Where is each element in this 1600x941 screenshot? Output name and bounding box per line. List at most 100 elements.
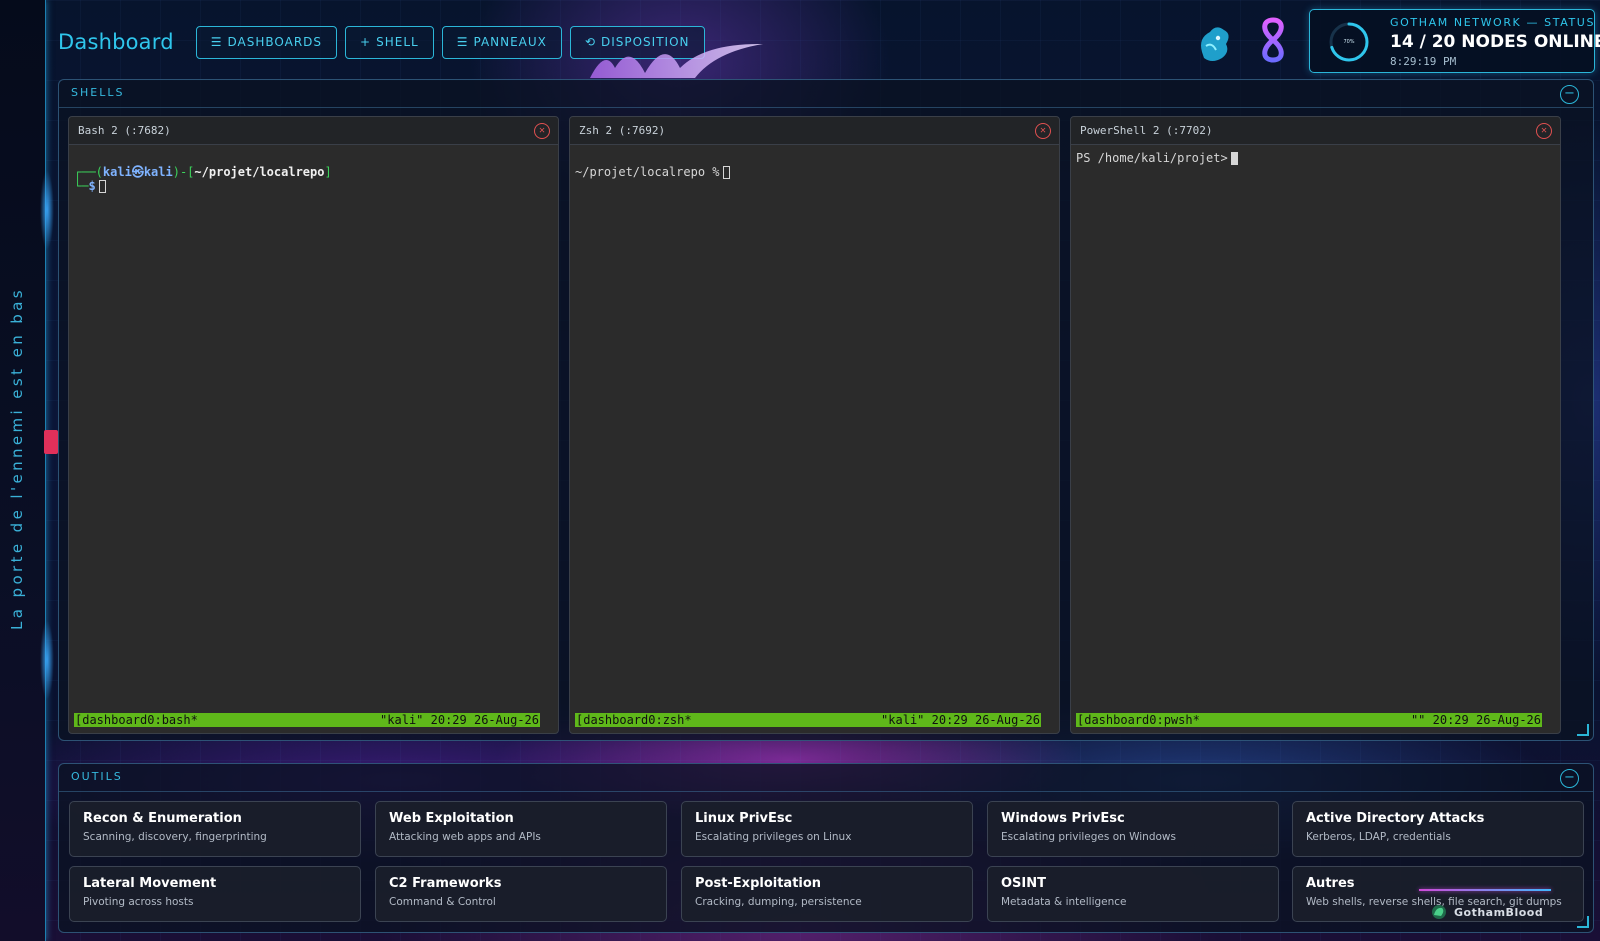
rail-motto: La porte de l'ennemi est en bas bbox=[8, 286, 26, 630]
rail-accent bbox=[44, 430, 58, 454]
tool-card-c2-frameworks[interactable]: C2 Frameworks Command & Control bbox=[375, 866, 667, 922]
panels-button[interactable]: ☰ PANNEAUX bbox=[441, 25, 562, 59]
tool-card-title: C2 Frameworks bbox=[389, 876, 502, 891]
resize-handle[interactable] bbox=[1577, 916, 1589, 928]
terminal-output[interactable]: PS /home/kali/projet> bbox=[1071, 146, 1560, 733]
layout-button-label: DISPOSITION bbox=[600, 35, 690, 49]
tool-card-linux-privesc[interactable]: Linux PrivEsc Escalating privileges on L… bbox=[681, 801, 973, 857]
collapse-shells-button[interactable]: − bbox=[1560, 85, 1579, 104]
tools-panel: OUTILS − Recon & Enumeration Scanning, d… bbox=[58, 763, 1594, 933]
tmux-status-bar: [dashboard0:bash* "kali" 20:29 26-Aug-26 bbox=[74, 713, 540, 727]
tool-card-title: Lateral Movement bbox=[83, 876, 217, 891]
brand-underline bbox=[1419, 889, 1551, 891]
tool-card-description: Command & Control bbox=[389, 896, 496, 908]
tmux-session: [dashboard0:bash* bbox=[75, 713, 198, 727]
dashboards-button-label: DASHBOARDS bbox=[227, 35, 323, 49]
brand-name: GothamBlood bbox=[1454, 905, 1544, 919]
tool-card-description: Escalating privileges on Linux bbox=[695, 831, 852, 843]
tool-card-description: Scanning, discovery, fingerprinting bbox=[83, 831, 267, 843]
terminal-header: Bash 2 (:7682) ✕ bbox=[69, 117, 558, 145]
page-title: Dashboard bbox=[58, 30, 174, 54]
pwsh-prompt: PS /home/kali/projet> bbox=[1076, 151, 1228, 165]
tool-card-title: OSINT bbox=[1001, 876, 1046, 891]
text-cursor bbox=[98, 180, 106, 193]
divider bbox=[59, 791, 1593, 792]
status-clock: 8:29:19 PM bbox=[1390, 55, 1457, 68]
status-progress-ring: 70% bbox=[1328, 21, 1370, 63]
close-terminal-button[interactable]: ✕ bbox=[1536, 123, 1552, 139]
prompt-corner-bottom: └─ bbox=[74, 179, 89, 193]
resize-handle[interactable] bbox=[1577, 724, 1589, 736]
shells-panel-title: SHELLS bbox=[71, 86, 125, 99]
terminal-title: Bash 2 (:7682) bbox=[78, 124, 171, 137]
dragon-mascot-icon bbox=[1201, 27, 1229, 61]
shells-panel: SHELLS − Bash 2 (:7682) ✕ ┌──(kali㉿kali)… bbox=[58, 79, 1594, 741]
terminal-title: Zsh 2 (:7692) bbox=[579, 124, 666, 137]
menu-icon: ☰ bbox=[210, 35, 223, 49]
divider bbox=[59, 107, 1593, 108]
zsh-prompt: ~/projet/localrepo % bbox=[575, 165, 720, 179]
terminal-header: Zsh 2 (:7692) ✕ bbox=[570, 117, 1059, 145]
menu-icon: ☰ bbox=[456, 35, 469, 49]
infinity-logo-icon bbox=[1262, 17, 1284, 63]
text-cursor bbox=[1230, 152, 1238, 165]
dashboards-button[interactable]: ☰ DASHBOARDS bbox=[195, 25, 338, 59]
brand-logo: GothamBlood bbox=[1430, 903, 1543, 921]
terminal-zsh[interactable]: Zsh 2 (:7692) ✕ ~/projet/localrepo % [da… bbox=[569, 116, 1060, 734]
bash-prompt-line-2: └─$ bbox=[74, 179, 553, 193]
dragon-logo-icon bbox=[1432, 905, 1446, 919]
plus-icon: + bbox=[360, 35, 372, 49]
tools-panel-title: OUTILS bbox=[71, 770, 123, 783]
tool-card-title: Post-Exploitation bbox=[695, 876, 822, 891]
terminal-output[interactable]: ~/projet/localrepo % bbox=[570, 146, 1059, 733]
tool-card-description: Kerberos, LDAP, credentials bbox=[1306, 831, 1451, 843]
text-cursor bbox=[722, 166, 730, 179]
zsh-prompt-line: ~/projet/localrepo % bbox=[575, 165, 1054, 179]
terminal-title: PowerShell 2 (:7702) bbox=[1080, 124, 1213, 137]
nodes-online-count: 14 / 20 NODES ONLINE bbox=[1390, 32, 1600, 52]
tool-card-active-directory[interactable]: Active Directory Attacks Kerberos, LDAP,… bbox=[1292, 801, 1584, 857]
rail-glow bbox=[40, 170, 54, 250]
tmux-session: [dashboard0:zsh* bbox=[576, 713, 692, 727]
prompt-at: ㉿ bbox=[131, 165, 144, 179]
terminal-powershell[interactable]: PowerShell 2 (:7702) ✕ PS /home/kali/pro… bbox=[1070, 116, 1561, 734]
tool-card-description: Cracking, dumping, persistence bbox=[695, 896, 862, 908]
terminal-output[interactable]: ┌──(kali㉿kali)-[~/projet/localrepo] └─$ bbox=[69, 146, 558, 733]
rail-glow bbox=[40, 620, 54, 700]
tool-card-web-exploitation[interactable]: Web Exploitation Attacking web apps and … bbox=[375, 801, 667, 857]
tool-card-recon[interactable]: Recon & Enumeration Scanning, discovery,… bbox=[69, 801, 361, 857]
tool-card-title: Web Exploitation bbox=[389, 811, 514, 826]
prompt-end: ] bbox=[324, 165, 332, 179]
status-ring-percent: 70% bbox=[1343, 39, 1355, 45]
terminal-bash[interactable]: Bash 2 (:7682) ✕ ┌──(kali㉿kali)-[~/proje… bbox=[68, 116, 559, 734]
tool-card-title: Recon & Enumeration bbox=[83, 811, 242, 826]
tmux-status-bar: [dashboard0:pwsh* "" 20:29 26-Aug-26 bbox=[1076, 713, 1542, 727]
network-status-card: 70% GOTHAM NETWORK — STATUS 14 / 20 NODE… bbox=[1309, 9, 1600, 73]
tool-card-post-exploitation[interactable]: Post-Exploitation Cracking, dumping, per… bbox=[681, 866, 973, 922]
tool-card-title: Linux PrivEsc bbox=[695, 811, 793, 826]
prompt-corner: ┌──( bbox=[74, 165, 103, 179]
reset-layout-icon: ⟲ bbox=[584, 35, 596, 49]
add-shell-button-label: SHELL bbox=[376, 35, 419, 49]
close-terminal-button[interactable]: ✕ bbox=[1035, 123, 1051, 139]
terminal-header: PowerShell 2 (:7702) ✕ bbox=[1071, 117, 1560, 145]
tool-card-windows-privesc[interactable]: Windows PrivEsc Escalating privileges on… bbox=[987, 801, 1279, 857]
tmux-host-time: "kali" 20:29 26-Aug-26 bbox=[380, 713, 539, 727]
panels-button-label: PANNEAUX bbox=[473, 35, 547, 49]
pwsh-prompt-line: PS /home/kali/projet> bbox=[1076, 151, 1555, 165]
tmux-host-time: "" 20:29 26-Aug-26 bbox=[1410, 713, 1541, 727]
prompt-mid: )-[ bbox=[172, 165, 195, 179]
tool-card-osint[interactable]: OSINT Metadata & intelligence bbox=[987, 866, 1279, 922]
bash-prompt-line-1: ┌──(kali㉿kali)-[~/projet/localrepo] bbox=[74, 165, 553, 179]
collapse-tools-button[interactable]: − bbox=[1560, 769, 1579, 788]
prompt-host: kali bbox=[143, 165, 173, 179]
prompt-path: ~/projet/localrepo bbox=[194, 165, 325, 179]
layout-button[interactable]: ⟲ DISPOSITION bbox=[569, 25, 705, 59]
tool-card-title: Active Directory Attacks bbox=[1306, 811, 1485, 826]
prompt-user: kali bbox=[102, 165, 132, 179]
tool-card-description: Escalating privileges on Windows bbox=[1001, 831, 1176, 843]
tool-card-lateral-movement[interactable]: Lateral Movement Pivoting across hosts bbox=[69, 866, 361, 922]
add-shell-button[interactable]: + SHELL bbox=[345, 25, 434, 59]
close-terminal-button[interactable]: ✕ bbox=[534, 123, 550, 139]
tool-card-description: Metadata & intelligence bbox=[1001, 896, 1127, 908]
